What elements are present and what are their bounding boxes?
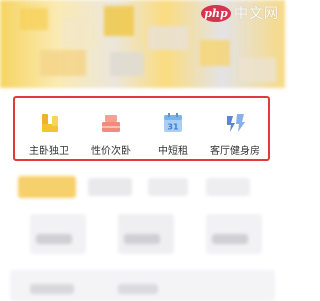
watermark-logo: php (201, 4, 231, 22)
listing-text (36, 234, 72, 244)
category-label: 性价次卧 (91, 146, 131, 157)
listing-text (212, 234, 248, 244)
listing-text (118, 284, 158, 294)
category-master-bedroom[interactable]: 主卧独卫 (19, 110, 79, 157)
calendar-number: 31 (167, 123, 179, 132)
calendar-icon: 31 (164, 113, 182, 132)
gym-icon (227, 114, 245, 132)
listing-text (30, 284, 74, 294)
category-short-rent[interactable]: 31 中短租 (143, 110, 203, 157)
filter-tab[interactable] (148, 178, 188, 196)
filter-tab[interactable] (206, 178, 250, 196)
category-label: 中短租 (158, 146, 188, 157)
category-row: 主卧独卫 性价次卧 31 中短租 客厅健身房 (13, 96, 270, 161)
watermark: php 中文网 (201, 2, 279, 24)
bedroom-bathroom-icon (42, 114, 58, 132)
filter-tab-active[interactable] (18, 176, 76, 198)
bed-icon (102, 115, 120, 132)
category-value-room[interactable]: 性价次卧 (81, 110, 141, 157)
category-living-gym[interactable]: 客厅健身房 (205, 110, 265, 157)
filter-tab[interactable] (88, 178, 132, 196)
listing-text (124, 234, 160, 244)
category-label: 客厅健身房 (210, 146, 260, 157)
watermark-text: 中文网 (234, 6, 279, 22)
category-label: 主卧独卫 (29, 146, 69, 157)
